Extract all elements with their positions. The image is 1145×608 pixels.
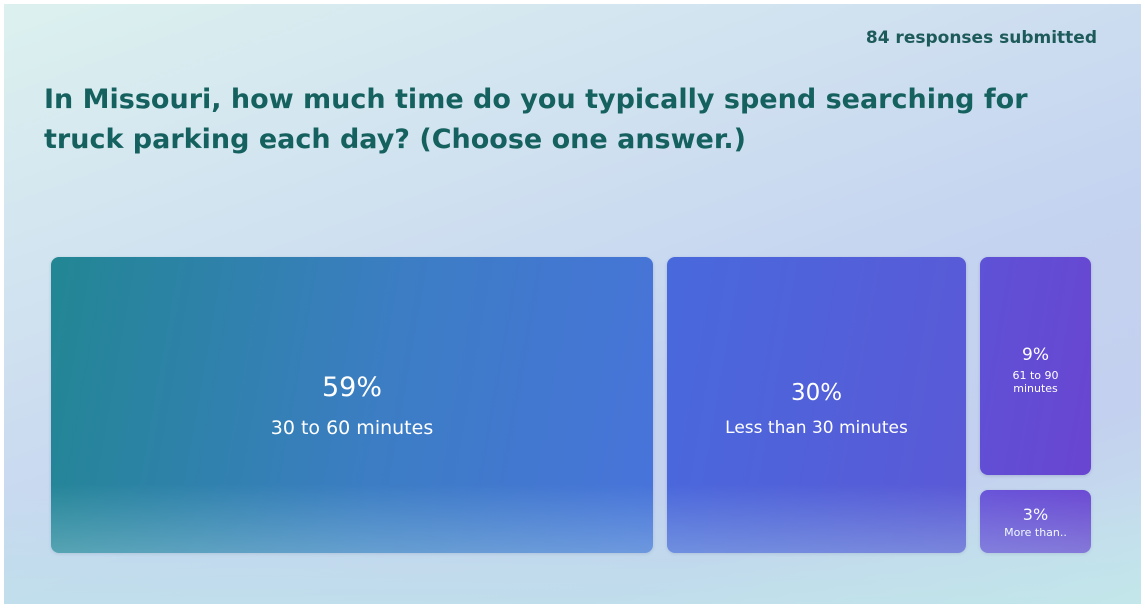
question-title: In Missouri, how much time do you typica… <box>44 84 1028 155</box>
tile-percent: 59% <box>321 371 382 403</box>
tile-label: 61 to 90 minutes <box>1012 369 1059 395</box>
tile-label: More than.. <box>1004 525 1067 539</box>
tile-label: 30 to 60 minutes <box>270 416 434 439</box>
treemap-tile-less-than-30-minutes: 30% Less than 30 minutes <box>667 257 966 553</box>
tile-percent: 30% <box>790 380 843 406</box>
tile-label: Less than 30 minutes <box>725 418 908 438</box>
treemap-tile-30-to-60-minutes: 59% 30 to 60 minutes <box>51 257 653 553</box>
tile-percent: 3% <box>1022 504 1049 524</box>
treemap-tile-more-than: 3% More than.. <box>980 490 1091 553</box>
poll-results-panel: 84 responses submitted In Missouri, how … <box>4 4 1141 604</box>
responses-count: 84 responses submitted <box>865 28 1097 48</box>
tile-percent: 9% <box>1022 345 1049 365</box>
treemap-tile-61-to-90-minutes: 9% 61 to 90 minutes <box>980 257 1091 475</box>
